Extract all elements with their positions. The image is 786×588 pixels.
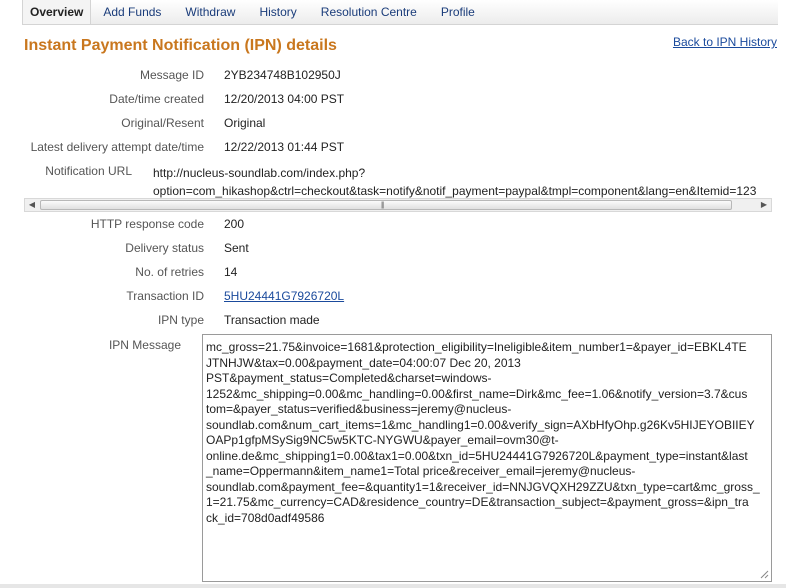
http-code-label: HTTP response code [90,217,204,231]
ipn-message-line: _name=Oppermann&item_name1=Total price&r… [206,464,636,478]
message-id-label: Message ID [139,68,204,82]
ipn-type-value: Transaction made [224,313,320,327]
ipn-message-line: OAPp1gfpMSySig9NC5w5KTC-NYGWU&payer_emai… [206,433,559,447]
horizontal-scrollbar[interactable]: ◀ ||| ▶ [24,198,772,212]
retries-label: No. of retries [135,265,204,279]
notification-url-line1: http://nucleus-soundlab.com/index.php? [153,166,366,180]
notification-url-value: http://nucleus-soundlab.com/index.php? o… [153,164,773,200]
nav-withdraw[interactable]: Withdraw [173,0,247,24]
triangle-left-icon[interactable]: ◀ [25,199,39,211]
ipn-message-line: tom=&payer_status=verified&business=jere… [206,402,512,416]
back-to-ipn-history-link[interactable]: Back to IPN History [673,35,777,49]
original-resent-value: Original [224,116,266,130]
ipn-message-line: 1=21.75&mc_currency=CAD&residence_countr… [206,495,749,509]
bottom-bar [0,584,786,588]
ipn-message-line: mc_gross=21.75&invoice=1681&protection_e… [206,340,747,354]
ipn-message-line: online.de&mc_shipping1=0.00&tax1=0.00&tx… [206,448,748,463]
ipn-message-line: soundlab.com&num_cart_items=1&mc_handlin… [206,417,755,432]
delivery-status-label: Delivery status [125,241,204,255]
nav-resolution-centre[interactable]: Resolution Centre [309,0,429,24]
ipn-message-line: PST&payment_status=Completed&charset=win… [206,371,492,385]
scrollbar-thumb[interactable]: ||| [40,200,732,210]
grip-icon: ||| [381,202,385,209]
top-nav: Overview Add Funds Withdraw History Reso… [22,0,778,25]
nav-overview[interactable]: Overview [22,0,92,24]
triangle-right-icon[interactable]: ▶ [757,199,771,211]
resize-grip-icon[interactable] [760,570,769,579]
delivery-status-value: Sent [224,241,249,255]
ipn-message-textarea[interactable]: mc_gross=21.75&invoice=1681&protection_e… [202,334,772,582]
nav-history[interactable]: History [247,0,308,24]
notification-url-label: Notification URL [45,164,132,178]
date-created-value: 12/20/2013 04:00 PST [224,92,345,106]
ipn-message-line: ck_id=708d0adf49586 [206,510,325,525]
ipn-message-line: soundlab.com&payment_fee=&quantity1=1&re… [206,479,760,494]
date-created-label: Date/time created [109,92,204,106]
latest-delivery-label: Latest delivery attempt date/time [30,140,204,154]
ipn-message-line: 1252&mc_shipping=0.00&mc_handling=0.00&f… [206,386,748,401]
latest-delivery-value: 12/22/2013 01:44 PST [224,140,345,154]
retries-value: 14 [224,265,238,279]
message-id-value: 2YB234748B102950J [224,68,341,82]
ipn-message-line: JTNHJW&tax=0.00&payment_date=04:00:07 De… [206,355,521,370]
transaction-id-link[interactable]: 5HU24441G7926720L [224,289,344,303]
transaction-id-label: Transaction ID [126,289,204,303]
ipn-type-label: IPN type [157,313,204,327]
nav-add-funds[interactable]: Add Funds [91,0,173,24]
ipn-message-content: mc_gross=21.75&invoice=1681&protection_e… [206,340,763,526]
nav-profile[interactable]: Profile [429,0,487,24]
http-code-value: 200 [224,217,245,231]
ipn-message-label: IPN Message [108,338,181,352]
original-resent-label: Original/Resent [121,116,204,130]
page-title: Instant Payment Notification (IPN) detai… [24,37,337,54]
transaction-id-value: 5HU24441G7926720L [224,289,344,303]
